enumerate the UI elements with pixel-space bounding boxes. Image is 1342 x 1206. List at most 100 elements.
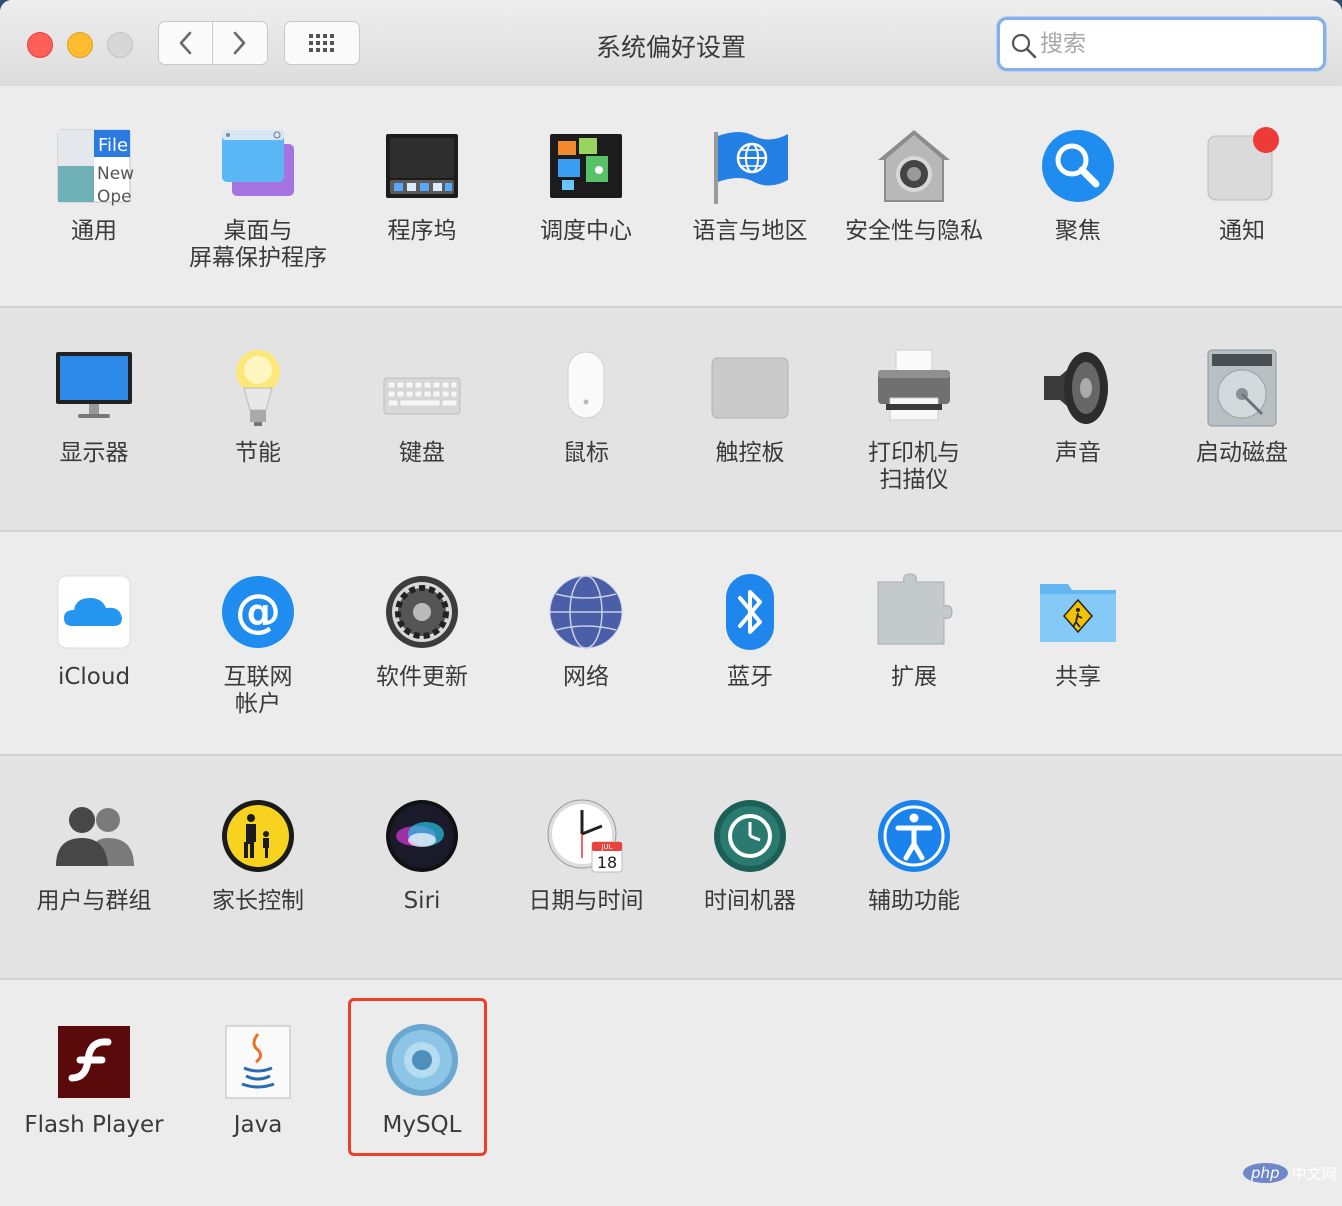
svg-text:@: @	[235, 584, 281, 638]
mission-control-icon	[550, 134, 622, 198]
java-icon	[225, 1025, 291, 1099]
search-input[interactable]	[1040, 28, 1310, 60]
pane-label: 启动磁盘	[1196, 440, 1288, 466]
system-preferences-window: 系统偏好设置 File New Ope 通用	[0, 0, 1342, 1206]
mouse-icon	[567, 351, 605, 419]
section-internet-wireless: iCloud @ 互联网 帐户 软件更新 网络 蓝牙 扩展 共享	[0, 532, 1342, 756]
users-icon	[56, 807, 134, 866]
pane-spotlight[interactable]: 聚焦	[996, 126, 1160, 326]
pane-security-privacy[interactable]: 安全性与隐私	[832, 126, 996, 326]
keyboard-icon	[383, 377, 461, 415]
pane-label: iCloud	[57, 664, 131, 690]
notifications-icon	[1207, 127, 1279, 201]
bluetooth-icon	[726, 574, 774, 650]
pane-general[interactable]: File New Ope 通用	[12, 126, 176, 326]
pane-label: 调度中心	[540, 218, 632, 244]
pane-mission-control[interactable]: 调度中心	[504, 126, 668, 326]
house-lock-icon	[878, 130, 950, 202]
pane-date-time[interactable]: JUL 18 日期与时间	[504, 796, 668, 996]
pane-startup-disk[interactable]: 启动磁盘	[1160, 348, 1324, 548]
hard-disk-icon	[1207, 349, 1277, 427]
pane-label: 辅助功能	[868, 888, 960, 914]
pane-time-machine[interactable]: 时间机器	[668, 796, 832, 996]
pane-label: Siri	[403, 888, 441, 914]
desktop-screensaver-icon	[222, 130, 294, 196]
pane-trackpad[interactable]: 触控板	[668, 348, 832, 548]
pane-bluetooth[interactable]: 蓝牙	[668, 572, 832, 772]
pane-internet-accounts[interactable]: @ 互联网 帐户	[176, 572, 340, 772]
pane-label: 节能	[235, 440, 281, 466]
puzzle-piece-icon	[877, 573, 953, 645]
clock-calendar-icon: JUL 18	[547, 799, 623, 873]
pane-desktop-screensaver[interactable]: 桌面与 屏幕保护程序	[176, 126, 340, 326]
mysql-highlight-box	[348, 998, 487, 1156]
section-system: File New Ope 通用 桌面与 屏幕保护程序 程序坞 调度中心 语言与地…	[0, 86, 1342, 308]
pane-displays[interactable]: 显示器	[12, 348, 176, 548]
pane-printers-scanners[interactable]: 打印机与 扫描仪	[832, 348, 996, 548]
svg-text:JUL: JUL	[600, 843, 612, 851]
at-sign-icon: @	[222, 576, 294, 648]
siri-icon	[386, 800, 458, 872]
pane-label: 时间机器	[704, 888, 796, 914]
pane-energy-saver[interactable]: 节能	[176, 348, 340, 548]
pane-siri[interactable]: Siri	[340, 796, 504, 996]
pane-users-groups[interactable]: 用户与群组	[12, 796, 176, 996]
pane-label: 声音	[1055, 440, 1101, 466]
pane-icloud[interactable]: iCloud	[12, 572, 176, 772]
pane-software-update[interactable]: 软件更新	[340, 572, 504, 772]
pane-label: 通知	[1219, 218, 1265, 244]
pane-label: 显示器	[59, 440, 129, 466]
flag-globe-icon	[714, 132, 788, 204]
pane-flash-player[interactable]: Flash Player	[12, 1020, 176, 1206]
pane-notifications[interactable]: 通知	[1160, 126, 1324, 326]
sharing-folder-icon	[1040, 584, 1116, 642]
display-icon	[56, 352, 132, 418]
pane-label: 蓝牙	[727, 664, 773, 690]
gear-icon	[386, 576, 458, 648]
pane-label: 键盘	[399, 440, 445, 466]
speaker-icon	[1044, 352, 1108, 424]
time-machine-icon	[714, 800, 786, 872]
pane-sound[interactable]: 声音	[996, 348, 1160, 548]
title-bar: 系统偏好设置	[0, 0, 1342, 87]
pane-java[interactable]: Java	[176, 1020, 340, 1206]
pane-label: 桌面与 屏幕保护程序	[189, 218, 327, 271]
pane-label: 家长控制	[212, 888, 304, 914]
pane-extensions[interactable]: 扩展	[832, 572, 996, 772]
pane-label: 程序坞	[387, 218, 457, 244]
pane-dock[interactable]: 程序坞	[340, 126, 504, 326]
pane-keyboard[interactable]: 键盘	[340, 348, 504, 548]
trackpad-icon	[711, 357, 789, 419]
pane-label: 网络	[563, 664, 609, 690]
printer-icon	[878, 349, 950, 421]
pane-label: 共享	[1055, 664, 1101, 690]
pane-label: 用户与群组	[36, 888, 152, 914]
pane-mouse[interactable]: 鼠标	[504, 348, 668, 548]
light-bulb-icon	[236, 350, 280, 426]
pane-label: 打印机与 扫描仪	[868, 440, 960, 493]
pane-parental-controls[interactable]: 家长控制	[176, 796, 340, 996]
pane-network[interactable]: 网络	[504, 572, 668, 772]
general-icon: File New Ope	[57, 129, 134, 206]
pane-label: 触控板	[715, 440, 785, 466]
pane-label: 扩展	[891, 664, 937, 690]
pane-label: 通用	[71, 218, 117, 244]
spotlight-icon	[1042, 130, 1114, 202]
icloud-icon	[57, 575, 131, 649]
pane-sharing[interactable]: 共享	[996, 572, 1160, 772]
dock-icon	[386, 134, 458, 198]
network-globe-icon	[549, 575, 623, 649]
pane-label: Java	[233, 1112, 283, 1138]
pane-label: 日期与时间	[528, 888, 644, 914]
pane-language-region[interactable]: 语言与地区	[668, 126, 832, 326]
accessibility-icon	[878, 800, 950, 872]
pane-label: 互联网 帐户	[223, 664, 293, 717]
pane-accessibility[interactable]: 辅助功能	[832, 796, 996, 996]
pane-label: 软件更新	[376, 664, 468, 690]
watermark-text: 中文网	[1291, 1164, 1337, 1183]
section-system-2: 用户与群组 家长控制 Siri JUL 18 日期与时间 时间机器 辅助功能	[0, 756, 1342, 980]
svg-text:File: File	[98, 135, 128, 156]
section-other: Flash Player Java MySQL	[0, 980, 1342, 1206]
search-field[interactable]	[997, 17, 1326, 71]
pane-label: Flash Player	[24, 1112, 164, 1138]
